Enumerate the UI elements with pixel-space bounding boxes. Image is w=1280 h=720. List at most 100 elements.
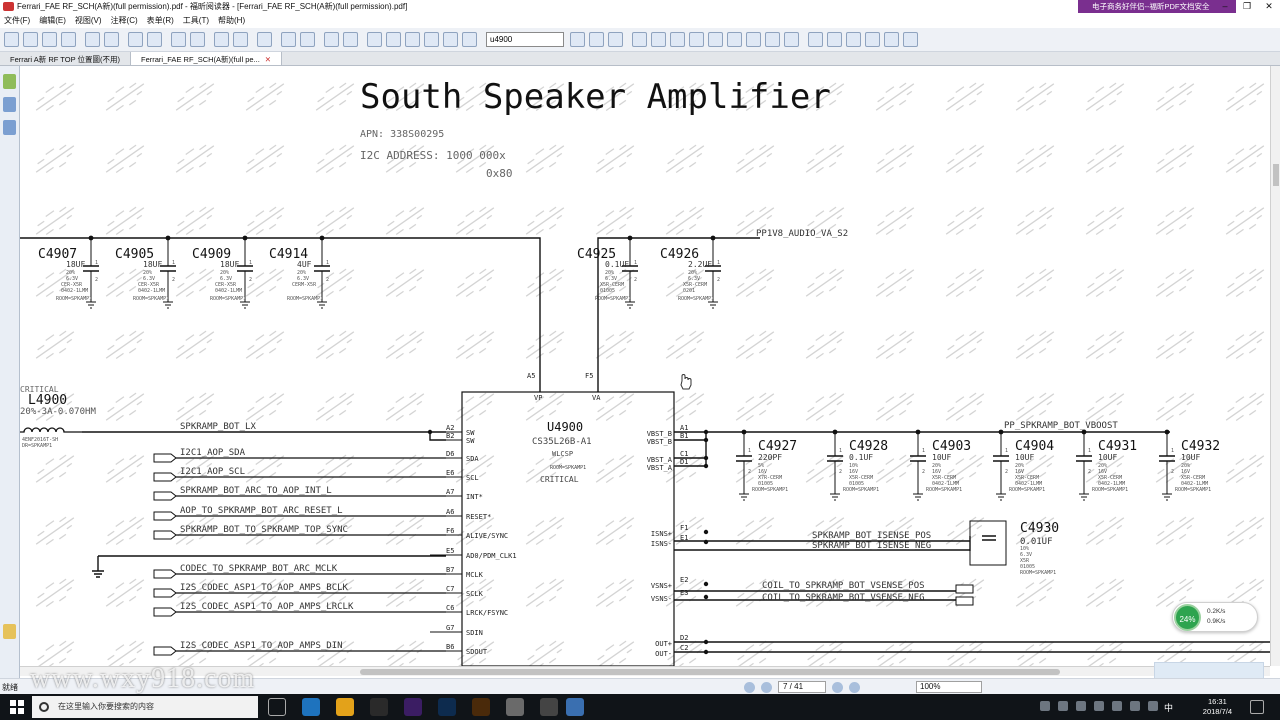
scroll-thumb[interactable]: [360, 669, 1060, 675]
fit-width-icon[interactable]: [281, 32, 296, 47]
pencil-tool-icon[interactable]: [765, 32, 780, 47]
restore-icon[interactable]: ❐: [1236, 0, 1258, 13]
menu-view[interactable]: 视图(V): [75, 15, 102, 26]
zoom-out-icon[interactable]: [324, 32, 339, 47]
page-number-field[interactable]: 7 / 41: [778, 681, 826, 693]
close-tab-icon[interactable]: ✕: [265, 55, 271, 64]
menu-tools[interactable]: 工具(T): [183, 15, 209, 26]
line-tool-icon[interactable]: [670, 32, 685, 47]
explorer-icon[interactable]: [336, 698, 354, 716]
back-icon[interactable]: [128, 32, 143, 47]
tray-icon[interactable]: [1094, 701, 1104, 711]
photoshop-icon[interactable]: [438, 698, 456, 716]
search-input[interactable]: [486, 32, 564, 47]
cloud-tool-icon[interactable]: [746, 32, 761, 47]
clock[interactable]: 16:31 2018/7/4: [1203, 697, 1232, 717]
tray-icon[interactable]: [1076, 701, 1086, 711]
actual-size-icon[interactable]: [300, 32, 315, 47]
note-icon[interactable]: [884, 32, 899, 47]
tray-icon[interactable]: [1148, 701, 1158, 711]
minimize-icon[interactable]: –: [1214, 0, 1236, 13]
attach-icon[interactable]: [827, 32, 842, 47]
menu-help[interactable]: 帮助(H): [218, 15, 245, 26]
zoom-tool-icon[interactable]: [257, 32, 272, 47]
print-icon[interactable]: [42, 32, 57, 47]
tray-icon[interactable]: [1040, 701, 1050, 711]
bookmarks-panel-icon[interactable]: [3, 97, 16, 112]
taskbar-search[interactable]: 在这里输入你要搜索的内容: [32, 696, 258, 718]
tray-icon[interactable]: [1112, 701, 1122, 711]
store-icon[interactable]: [370, 698, 388, 716]
page-up-icon[interactable]: [85, 32, 100, 47]
illustrator-icon[interactable]: [472, 698, 490, 716]
polygon-tool-icon[interactable]: [727, 32, 742, 47]
find-prev-icon[interactable]: [570, 32, 585, 47]
rotate-icon[interactable]: [171, 32, 186, 47]
ime-indicator[interactable]: 中: [1164, 701, 1173, 714]
photos-icon[interactable]: [506, 698, 524, 716]
first-page-icon[interactable]: [744, 681, 755, 693]
layers-panel-icon[interactable]: [3, 120, 16, 135]
tab-schematic-doc[interactable]: Ferrari_FAE RF_SCH(A新)(full pe... ✕: [131, 52, 283, 65]
snapshot-icon[interactable]: [424, 32, 439, 47]
pages-panel-icon[interactable]: [3, 74, 16, 89]
select-annotation-icon[interactable]: [405, 32, 420, 47]
next-page-icon[interactable]: [832, 681, 843, 693]
select-text-icon[interactable]: [386, 32, 401, 47]
notification-icon[interactable]: [1250, 700, 1264, 714]
premiere-icon[interactable]: [404, 698, 422, 716]
prev-page-icon[interactable]: [761, 681, 772, 693]
pin-ball: C6: [446, 604, 454, 612]
vertical-scrollbar[interactable]: [1270, 66, 1280, 666]
menu-file[interactable]: 文件(F): [4, 15, 30, 26]
task-view-icon[interactable]: [268, 698, 286, 716]
close-icon[interactable]: ✕: [1258, 0, 1280, 13]
search-icon[interactable]: [608, 32, 623, 47]
cap-value: 0.1UF: [605, 260, 629, 269]
open-icon[interactable]: [4, 32, 19, 47]
document-view[interactable]: South Speaker Amplifier APN: 338S00295 I…: [20, 66, 1270, 666]
network-speed-widget[interactable]: 24% 0.2K/s 0.9K/s: [1172, 602, 1258, 632]
page-down-icon[interactable]: [104, 32, 119, 47]
circle-tool-icon[interactable]: [632, 32, 647, 47]
rectangle-tool-icon[interactable]: [689, 32, 704, 47]
app-icon[interactable]: [540, 698, 558, 716]
typewriter-icon[interactable]: [443, 32, 458, 47]
email-icon[interactable]: [61, 32, 76, 47]
cap-value: 4UF: [297, 260, 312, 269]
cap-pin-1: 1: [839, 448, 842, 454]
highlight-tool-icon[interactable]: [784, 32, 799, 47]
image-icon[interactable]: [462, 32, 477, 47]
arrow-tool-icon[interactable]: [651, 32, 666, 47]
windows-start-icon[interactable]: [10, 700, 24, 714]
stamp-icon[interactable]: [846, 32, 861, 47]
port-flag: [153, 646, 177, 656]
zoom-select[interactable]: 100%: [916, 681, 982, 693]
attachments-panel-icon[interactable]: [3, 624, 16, 639]
tray-icon[interactable]: [1130, 701, 1140, 711]
menu-edit[interactable]: 编辑(E): [39, 15, 66, 26]
edge-icon[interactable]: [302, 698, 320, 716]
undo-icon[interactable]: [214, 32, 229, 47]
scroll-thumb[interactable]: [1273, 164, 1279, 186]
tray-icon[interactable]: [1058, 701, 1068, 711]
zoom-in-icon[interactable]: [343, 32, 358, 47]
ic-package: WLCSP: [552, 450, 573, 458]
ad-banner[interactable]: 电子商务好伴侣--福昕PDF文档安全: [1078, 0, 1236, 13]
hand-tool-icon[interactable]: [367, 32, 382, 47]
tab-layout-doc[interactable]: Ferrari A新 RF TOP 位置圖(不用): [0, 52, 132, 65]
forward-icon[interactable]: [147, 32, 162, 47]
fit-page-icon[interactable]: [190, 32, 205, 47]
cap-ref: C4904: [1015, 439, 1054, 454]
link-icon[interactable]: [903, 32, 918, 47]
menu-comment[interactable]: 注释(C): [111, 15, 138, 26]
text-box-icon[interactable]: [865, 32, 880, 47]
foxit-reader-icon[interactable]: [566, 698, 584, 716]
save-icon[interactable]: [23, 32, 38, 47]
sign-icon[interactable]: [808, 32, 823, 47]
find-next-icon[interactable]: [589, 32, 604, 47]
oval-tool-icon[interactable]: [708, 32, 723, 47]
menu-form[interactable]: 表单(R): [147, 15, 174, 26]
last-page-icon[interactable]: [849, 681, 860, 693]
redo-icon[interactable]: [233, 32, 248, 47]
